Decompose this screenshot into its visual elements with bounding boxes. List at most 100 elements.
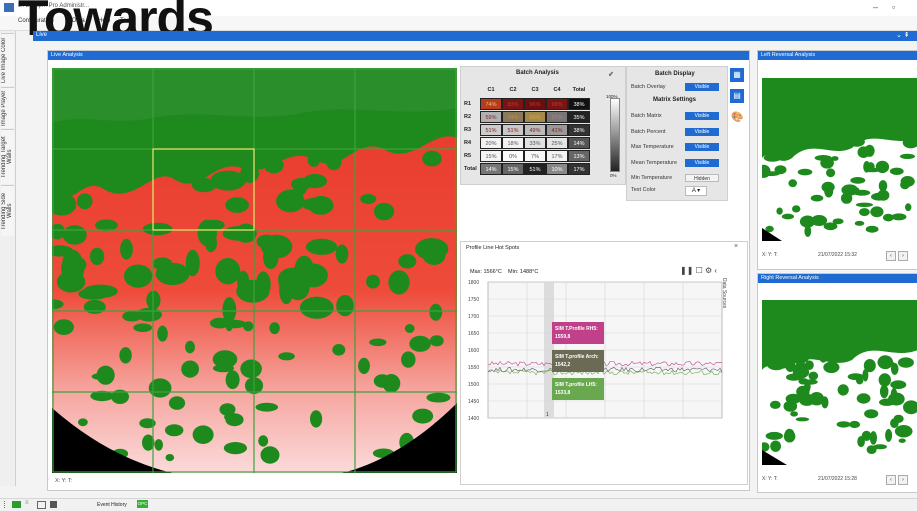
batch-cell[interactable]: 51%	[502, 124, 524, 136]
chart-cursor-label[interactable]: 1	[546, 412, 549, 418]
batch-cell[interactable]: 38%	[568, 98, 590, 110]
batch-cell[interactable]: 69%	[524, 111, 546, 123]
text-color-label: Text Color	[631, 187, 656, 193]
green-spot	[83, 299, 106, 314]
batch-cell[interactable]: 14%	[568, 137, 590, 149]
profile-chart[interactable]: 1800 1750 1700 1650 1600 1550 1500 1450 1400 SIM…	[466, 278, 728, 423]
maximize-button[interactable]: ▫	[892, 2, 895, 12]
batch-cell[interactable]: 38%	[568, 124, 590, 136]
batch-cell[interactable]: 51%	[480, 124, 502, 136]
palette-icon[interactable]: 🎨	[731, 112, 743, 123]
batch-cell[interactable]: 59%	[480, 111, 502, 123]
tab-image-player[interactable]: Image Player	[1, 87, 14, 128]
left-reversal-panel: Left Reversal Analysis X: Y: T: 21/07/20…	[757, 50, 917, 270]
green-spot	[879, 384, 889, 399]
grid-view-icon[interactable]: ▦	[730, 68, 744, 82]
matrix-setting-toggle[interactable]: Visible	[685, 127, 719, 136]
thermal-image[interactable]	[52, 68, 457, 473]
batch-cell[interactable]: 20%	[480, 137, 502, 149]
text-color-dropdown[interactable]: A ▾	[685, 186, 707, 196]
matrix-setting-toggle[interactable]: Visible	[685, 143, 719, 151]
matrix-setting-toggle[interactable]: Hidden	[685, 174, 719, 182]
batch-cell[interactable]: 10%	[546, 163, 568, 175]
green-spot	[776, 207, 783, 215]
tab-trending-target-walls[interactable]: Trending Target Walls	[1, 129, 14, 184]
green-spot	[401, 351, 416, 368]
batch-cell[interactable]: 0%	[502, 150, 524, 162]
profile-close-button[interactable]: ×	[734, 243, 738, 250]
right-reversal-prev-button[interactable]: ‹	[886, 475, 896, 485]
green-spot	[382, 374, 401, 393]
batch-overlay-toggle[interactable]: Visible	[685, 83, 719, 91]
green-spot	[793, 354, 807, 365]
batch-cell[interactable]: 74%	[480, 98, 502, 110]
green-spot	[823, 222, 838, 231]
batch-cell[interactable]: 98%	[546, 98, 568, 110]
vertical-tab-strip: Live Image Color Image Player Trending T…	[0, 31, 16, 486]
batch-cell[interactable]: 35%	[568, 111, 590, 123]
green-spot	[181, 360, 200, 378]
batch-cell[interactable]: 51%	[524, 163, 546, 175]
dropdown-icon[interactable]: ≡	[25, 500, 29, 506]
batch-cell[interactable]: 14%	[480, 163, 502, 175]
left-reversal-prev-button[interactable]: ‹	[886, 251, 896, 261]
matrix-settings-title: Matrix Settings	[653, 97, 697, 103]
save-icon[interactable]	[37, 501, 46, 509]
batch-cell[interactable]: 49%	[524, 124, 546, 136]
green-spot	[157, 325, 168, 342]
batch-cell[interactable]: 25%	[546, 137, 568, 149]
green-spot	[210, 170, 246, 191]
camera-status-icon[interactable]	[12, 501, 21, 508]
green-spot	[185, 340, 195, 354]
batch-cell[interactable]: 74%	[502, 111, 524, 123]
green-spot	[177, 154, 191, 178]
profile-stats: Max: 1566°C Min: 1488°C	[470, 269, 538, 275]
green-spot	[307, 153, 320, 167]
green-spot	[269, 322, 280, 335]
green-spot	[429, 335, 444, 347]
batch-cell[interactable]: 17%	[546, 150, 568, 162]
batch-cell[interactable]: 13%	[568, 150, 590, 162]
matrix-setting-toggle[interactable]: Visible	[685, 112, 719, 120]
green-spot	[769, 400, 781, 409]
batch-cell[interactable]: 96%	[524, 98, 546, 110]
batch-cell[interactable]: 33%	[524, 137, 546, 149]
green-spot	[788, 179, 797, 188]
record-icon[interactable]	[50, 501, 57, 508]
profile-toolbar[interactable]: ❚❚ ☐ ⚙ ‹	[680, 266, 717, 275]
green-spot	[792, 205, 801, 213]
chart-y-tick-label: 1650	[468, 331, 479, 337]
event-history-button[interactable]: Event History	[97, 502, 127, 508]
tab-live-image-color[interactable]: Live Image Color	[1, 33, 14, 86]
batch-cell[interactable]: 41%	[546, 124, 568, 136]
batch-cell[interactable]: 57%	[546, 111, 568, 123]
batch-pin-icon[interactable]: ⬋	[608, 70, 614, 78]
green-spot	[369, 338, 387, 347]
green-spot	[891, 213, 907, 221]
green-spot	[888, 392, 905, 406]
green-spot	[366, 274, 380, 289]
tab-trending-side-walls[interactable]: Trending Side Walls	[1, 185, 14, 236]
collapse-pin-icon[interactable]: ⌄ ⇞	[896, 31, 910, 39]
left-reversal-image[interactable]	[762, 78, 917, 241]
batch-cell[interactable]: 15%	[502, 163, 524, 175]
right-reversal-image[interactable]	[762, 300, 917, 465]
left-reversal-next-button[interactable]: ›	[898, 251, 908, 261]
green-spot	[78, 418, 88, 427]
batch-cell[interactable]: 17%	[568, 163, 590, 175]
right-reversal-next-button[interactable]: ›	[898, 475, 908, 485]
green-spot	[276, 189, 305, 213]
matrix-setting-toggle[interactable]: Visible	[685, 158, 719, 167]
green-spot	[774, 165, 787, 175]
batch-cell[interactable]: 83%	[502, 98, 524, 110]
green-spot	[120, 238, 133, 260]
minimize-button[interactable]: –	[873, 2, 878, 12]
batch-cell[interactable]: 7%	[524, 150, 546, 162]
batch-cell[interactable]: 15%	[480, 150, 502, 162]
batch-cell[interactable]: 18%	[502, 137, 524, 149]
green-spot	[805, 134, 813, 146]
green-spot	[374, 202, 395, 221]
green-spot	[854, 220, 865, 226]
chart-view-icon[interactable]: ▤	[730, 89, 744, 103]
green-spot	[870, 206, 884, 218]
